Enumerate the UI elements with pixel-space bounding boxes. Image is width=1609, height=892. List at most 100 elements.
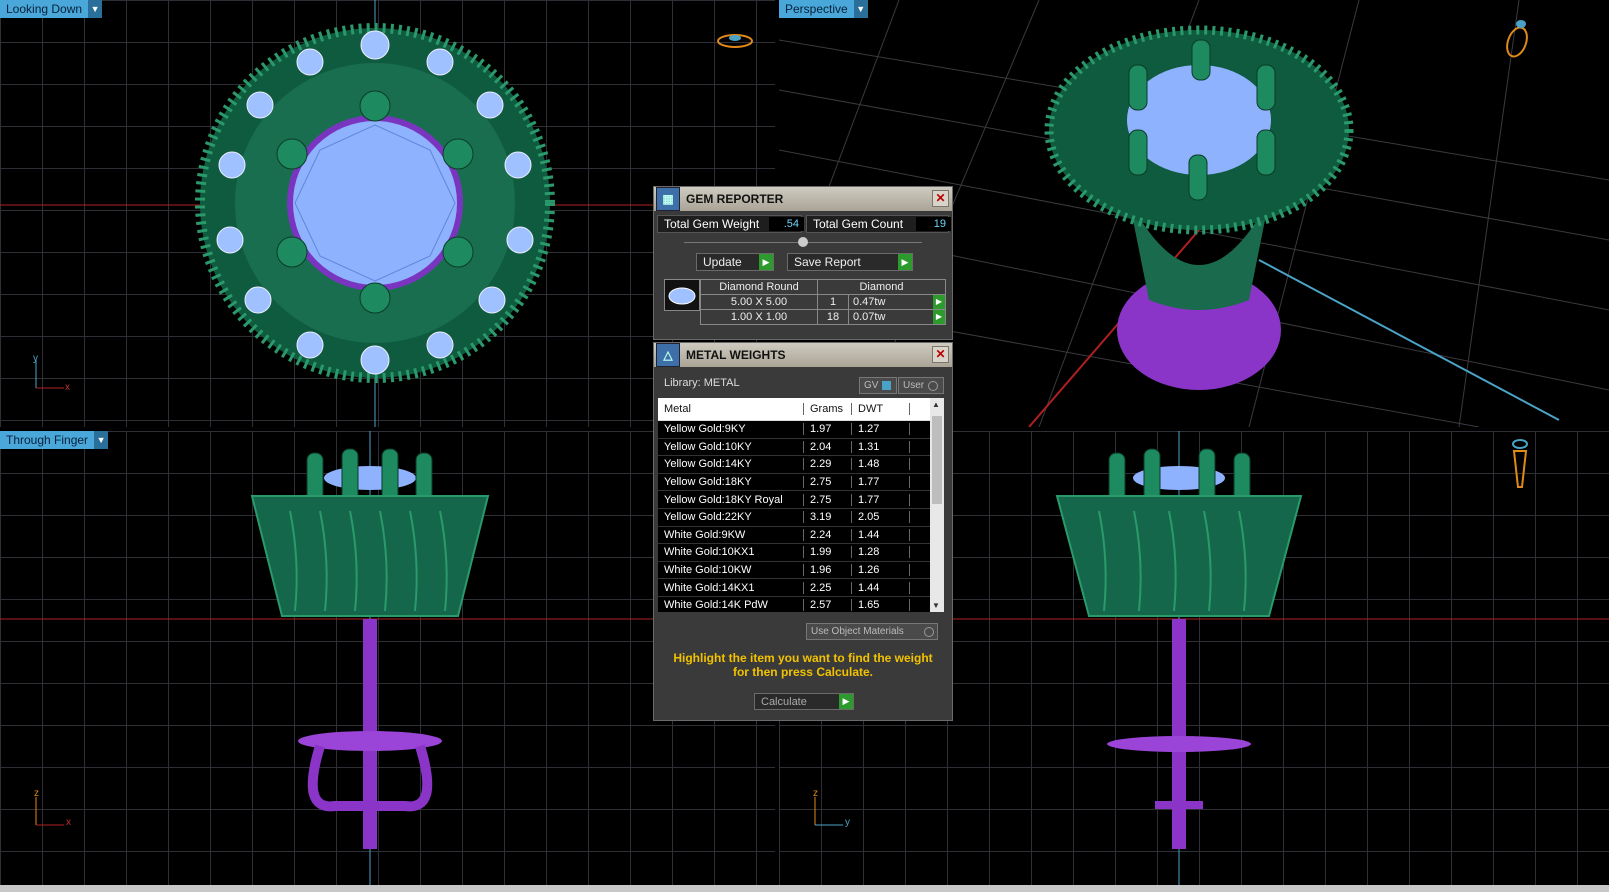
cell-metal: Yellow Gold:9KY: [658, 423, 804, 436]
gem-row[interactable]: 5.00 X 5.00 1 0.47tw ▶: [700, 294, 946, 310]
toggle-indicator: [882, 381, 892, 390]
cell-grams: 1.97: [804, 423, 852, 436]
cell-metal: Yellow Gold:22KY: [658, 511, 804, 524]
gem-reporter-titlebar[interactable]: ▦ GEM REPORTER ✕: [654, 187, 952, 211]
gv-toggle[interactable]: GV: [859, 377, 897, 394]
gem-type-header: Diamond: [817, 279, 946, 295]
cell-dwt: 1.65: [852, 599, 910, 612]
cell-grams: 2.29: [804, 458, 852, 471]
cell-dwt: 1.77: [852, 493, 910, 506]
gem-count: 1: [817, 294, 849, 310]
close-icon[interactable]: ✕: [932, 190, 949, 207]
view-selector[interactable]: Perspective ▼: [779, 0, 868, 18]
gem-shape-icon: [664, 279, 700, 311]
cell-grams: 2.04: [804, 440, 852, 453]
update-label: Update: [703, 255, 742, 269]
table-row[interactable]: Yellow Gold:22KY 3.19 2.05: [658, 508, 944, 527]
view-label: Perspective: [785, 2, 848, 16]
table-row[interactable]: Yellow Gold:9KY 1.97 1.27: [658, 421, 944, 439]
axis-label-y: y: [845, 817, 850, 828]
cell-metal: White Gold:14K PdW: [658, 599, 804, 612]
cell-metal: Yellow Gold:18KY Royal: [658, 493, 804, 506]
cell-dwt: 1.77: [852, 476, 910, 489]
status-strip: [0, 885, 1609, 892]
toggle-indicator: [924, 626, 934, 637]
cell-grams: 2.24: [804, 528, 852, 541]
metal-rows: Yellow Gold:9KY 1.97 1.27 Yellow Gold:10KY 2…: [658, 421, 944, 612]
scrollbar-thumb[interactable]: [932, 416, 942, 504]
column-grams[interactable]: Grams: [804, 403, 852, 415]
play-icon: ▶: [898, 254, 912, 270]
metal-weights-icon: △: [656, 343, 680, 367]
gem-reporter-icon: ▦: [656, 187, 680, 211]
play-icon: ▶: [839, 694, 853, 709]
gem-table-header: Diamond Round Diamond: [700, 279, 946, 295]
view-selector[interactable]: Through Finger ▼: [0, 431, 109, 449]
scrollbar[interactable]: ▲ ▼: [930, 398, 944, 612]
column-metal[interactable]: Metal: [658, 403, 804, 415]
cell-grams: 3.19: [804, 511, 852, 524]
toggle-indicator: [928, 380, 939, 391]
gv-label: GV: [864, 380, 879, 391]
cell-dwt: 1.31: [852, 440, 910, 453]
table-row[interactable]: Yellow Gold:18KY Royal 2.75 1.77: [658, 491, 944, 509]
chevron-down-icon[interactable]: ▼: [853, 0, 868, 18]
chevron-up-icon[interactable]: ▲: [932, 400, 940, 409]
table-row[interactable]: White Gold:10KW 1.96 1.26: [658, 561, 944, 580]
axis-label-x: x: [66, 817, 71, 828]
calculate-label: Calculate: [761, 695, 807, 708]
collapse-handle[interactable]: [798, 237, 808, 247]
use-object-materials-label: Use Object Materials: [811, 626, 904, 637]
use-object-materials-toggle[interactable]: Use Object Materials: [806, 623, 938, 640]
cell-dwt: 1.27: [852, 423, 910, 436]
ring-orientation-icon[interactable]: [1501, 16, 1533, 60]
user-label: User: [903, 380, 925, 391]
gem-size: 5.00 X 5.00: [700, 294, 818, 310]
calculate-button[interactable]: Calculate ▶: [754, 693, 854, 710]
cell-dwt: 1.26: [852, 564, 910, 577]
gem-reporter-panel: ▦ GEM REPORTER ✕ Total Gem Weight .54 To…: [653, 186, 953, 340]
gem-count: 18: [817, 309, 849, 325]
chevron-down-icon[interactable]: ▼: [932, 601, 940, 610]
metal-weights-panel: △ METAL WEIGHTS ✕ Library: METAL GV User…: [653, 342, 953, 721]
gem-row[interactable]: 1.00 X 1.00 18 0.07tw ▶: [700, 309, 946, 325]
ring-orientation-icon[interactable]: [714, 28, 756, 54]
save-report-button[interactable]: Save Report ▶: [787, 253, 913, 271]
cell-grams: 2.57: [804, 599, 852, 612]
column-dwt[interactable]: DWT: [852, 403, 910, 415]
save-report-label: Save Report: [794, 255, 861, 269]
play-icon[interactable]: ▶: [933, 295, 945, 309]
chevron-down-icon[interactable]: ▼: [94, 431, 109, 449]
table-row[interactable]: White Gold:14K PdW 2.57 1.65: [658, 596, 944, 612]
play-icon: ▶: [759, 254, 773, 270]
table-row[interactable]: White Gold:14KX1 2.25 1.44: [658, 579, 944, 597]
chevron-down-icon[interactable]: ▼: [88, 0, 103, 18]
table-row[interactable]: Yellow Gold:18KY 2.75 1.77: [658, 473, 944, 492]
cell-grams: 1.96: [804, 564, 852, 577]
axis-label-z: z: [34, 788, 39, 799]
axis-label-z: z: [813, 788, 818, 799]
table-row[interactable]: White Gold:9KW 2.24 1.44: [658, 526, 944, 545]
table-row[interactable]: Yellow Gold:14KY 2.29 1.48: [658, 456, 944, 474]
metal-weights-titlebar[interactable]: △ METAL WEIGHTS ✕: [654, 343, 952, 367]
update-button[interactable]: Update ▶: [696, 253, 774, 271]
view-selector[interactable]: Looking Down ▼: [0, 0, 103, 18]
close-icon[interactable]: ✕: [932, 346, 949, 363]
gem-table: Diamond Round Diamond 5.00 X 5.00 1 0.47…: [700, 279, 946, 325]
play-icon[interactable]: ▶: [933, 310, 945, 324]
cell-grams: 2.75: [804, 476, 852, 489]
gem-shape-header: Diamond Round: [700, 279, 818, 295]
user-toggle[interactable]: User: [898, 377, 944, 394]
ring-orientation-icon[interactable]: [1505, 437, 1535, 493]
table-row[interactable]: White Gold:10KX1 1.99 1.28: [658, 544, 944, 562]
cell-metal: Yellow Gold:10KY: [658, 440, 804, 453]
cell-metal: White Gold:14KX1: [658, 581, 804, 594]
cell-dwt: 1.28: [852, 546, 910, 559]
cell-metal: White Gold:10KW: [658, 564, 804, 577]
axis-label-x: x: [65, 382, 70, 393]
cell-metal: White Gold:9KW: [658, 528, 804, 541]
cell-metal: White Gold:10KX1: [658, 546, 804, 559]
gem-size: 1.00 X 1.00: [700, 309, 818, 325]
table-row[interactable]: Yellow Gold:10KY 2.04 1.31: [658, 438, 944, 457]
cell-metal: Yellow Gold:18KY: [658, 476, 804, 489]
